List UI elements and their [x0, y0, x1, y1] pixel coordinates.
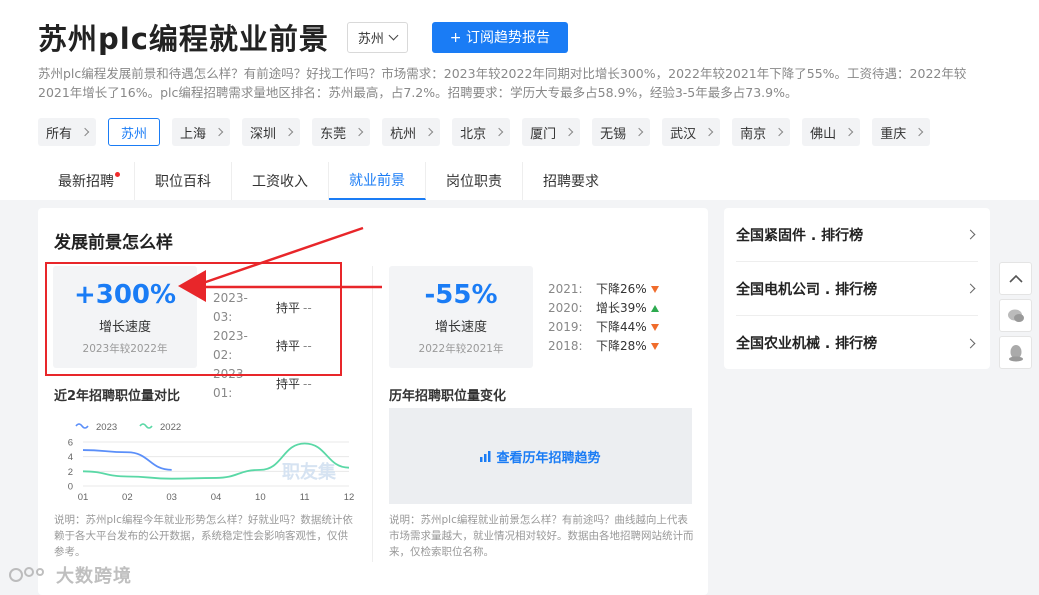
- qq-button[interactable]: [999, 336, 1032, 369]
- chat-bubble-icon: [1007, 309, 1024, 322]
- chevron-right-icon: [965, 229, 976, 240]
- rank-link-fasteners[interactable]: 全国紧固件 . 排行榜: [736, 208, 978, 262]
- watermark: 大数跨境: [8, 562, 132, 588]
- rankings-card: 全国紧固件 . 排行榜 全国电机公司 . 排行榜 全国农业机械 . 排行榜: [724, 208, 990, 369]
- back-to-top-button[interactable]: [999, 262, 1032, 295]
- chevron-right-icon: [965, 283, 976, 294]
- rank-link-motors[interactable]: 全国电机公司 . 排行榜: [736, 262, 978, 316]
- chevron-right-icon: [965, 338, 976, 348]
- rank-link-agri-machinery[interactable]: 全国农业机械 . 排行榜: [736, 316, 978, 370]
- chevron-up-icon: [1008, 274, 1023, 283]
- watermark-logo: [9, 567, 44, 582]
- floating-toolbar: [999, 262, 1032, 369]
- chat-button[interactable]: [999, 299, 1032, 332]
- penguin-icon: [1008, 344, 1023, 361]
